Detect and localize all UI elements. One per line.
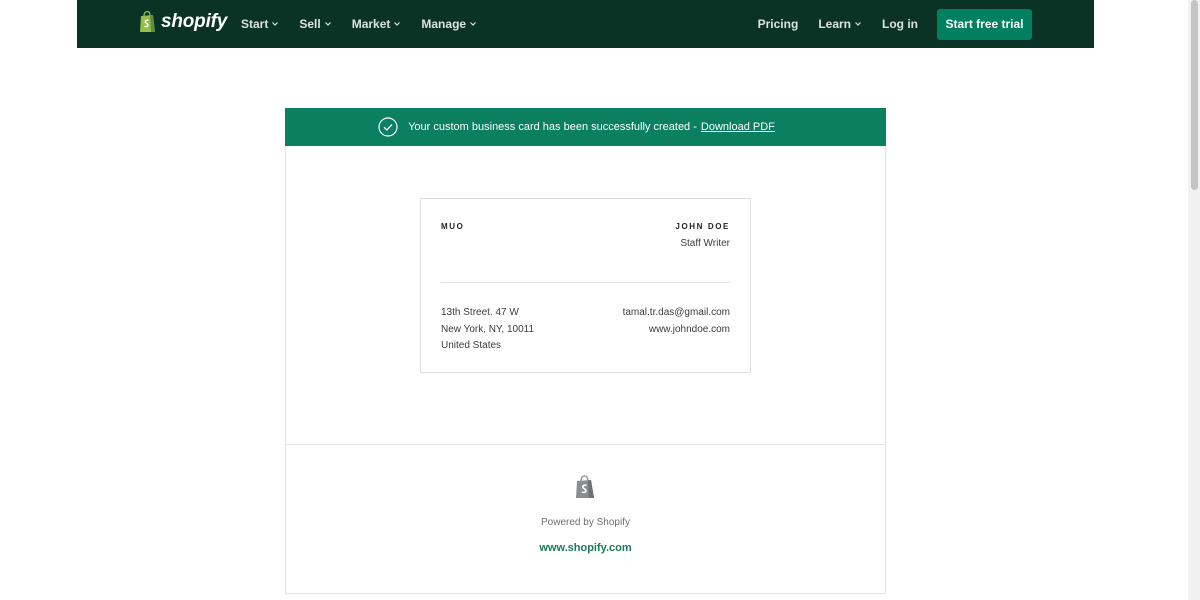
- address-line: United States: [441, 340, 502, 351]
- chevron-down-icon: [855, 22, 861, 26]
- nav-start-label: Start: [241, 17, 269, 31]
- shopify-logo[interactable]: shopify: [139, 11, 227, 33]
- nav-sell[interactable]: Sell: [299, 17, 331, 31]
- chevron-down-icon: [324, 22, 331, 26]
- shopify-bag-icon: [576, 475, 594, 498]
- logo-text: shopify: [161, 11, 228, 32]
- top-navigation: shopify Start Sell Market Manage Pricing…: [77, 0, 1094, 48]
- nav-menu-left: Start Sell Market Manage: [241, 0, 497, 48]
- nav-manage-label: Manage: [421, 17, 467, 31]
- nav-learn[interactable]: Learn: [818, 17, 862, 31]
- chevron-down-icon: [394, 22, 401, 26]
- address-line: New York, NY, 10011: [441, 323, 535, 335]
- nav-learn-label: Learn: [818, 17, 851, 31]
- business-card-panel: Your custom business card has been succe…: [285, 108, 886, 594]
- card-email: tamal.tr.das@gmail.com: [622, 307, 730, 318]
- start-free-trial-button[interactable]: Start free trial: [937, 8, 1032, 40]
- scrollbar-thumb[interactable]: [1191, 0, 1198, 190]
- check-circle-icon: [378, 117, 398, 137]
- business-card-preview: MUO JOHN DOE Staff Writer 13th Street. 4…: [420, 198, 751, 373]
- card-job-title: Staff Writer: [680, 238, 730, 249]
- chevron-down-icon: [272, 22, 279, 26]
- powered-by-text: Powered by Shopify: [541, 517, 630, 528]
- success-message: Your custom business card has been succe…: [408, 121, 697, 133]
- nav-market[interactable]: Market: [352, 17, 402, 31]
- address-line: 13th Street. 47 W: [441, 307, 519, 318]
- card-contact: tamal.tr.das@gmail.com www.johndoe.com: [623, 305, 730, 338]
- card-website: www.johndoe.com: [648, 323, 730, 335]
- nav-login[interactable]: Log in: [882, 17, 918, 31]
- download-pdf-link[interactable]: Download PDF: [701, 121, 775, 133]
- page-scrollbar[interactable]: [1188, 0, 1200, 600]
- nav-start[interactable]: Start: [241, 17, 279, 31]
- nav-market-label: Market: [351, 17, 391, 31]
- card-name: JOHN DOE: [675, 222, 730, 231]
- nav-menu-right: Pricing Learn Log in Start free trial: [758, 0, 1032, 48]
- chevron-down-icon: [470, 22, 477, 26]
- success-banner: Your custom business card has been succe…: [285, 108, 886, 146]
- shopify-bag-icon: [140, 11, 155, 32]
- card-address: 13th Street. 47 W New York, NY, 10011 Un…: [441, 305, 534, 355]
- card-company: MUO: [441, 222, 465, 231]
- nav-manage[interactable]: Manage: [421, 17, 477, 31]
- nav-sell-label: Sell: [299, 17, 321, 31]
- panel-divider: [286, 444, 885, 445]
- shopify-site-link[interactable]: www.shopify.com: [286, 542, 885, 554]
- nav-pricing[interactable]: Pricing: [758, 17, 799, 31]
- card-divider: [441, 282, 730, 283]
